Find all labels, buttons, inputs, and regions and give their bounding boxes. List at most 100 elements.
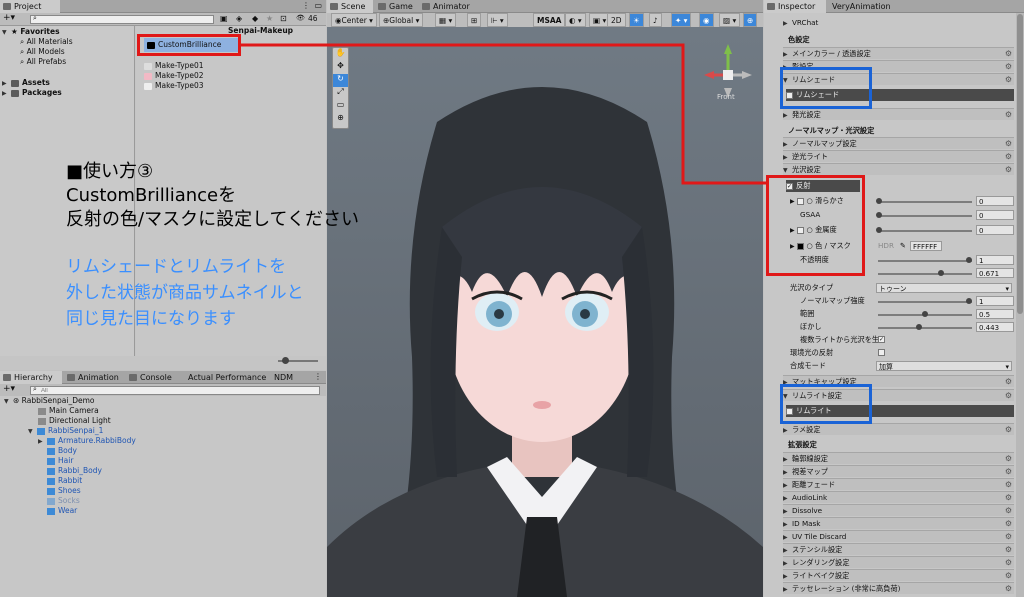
gsaa-slider[interactable] — [878, 215, 972, 217]
gear-icon[interactable]: ⚙ — [1005, 518, 1012, 529]
blend-mode-dropdown[interactable]: 加算 ▾ — [876, 361, 1012, 371]
multi-light-checkbox[interactable]: ✓ — [878, 336, 885, 343]
hierarchy-item-prefab[interactable]: ▼ RabbiSenpai_1 — [28, 426, 103, 436]
gear-icon[interactable]: ⚙ — [1005, 109, 1012, 120]
hand-tool-icon[interactable]: ✋ — [333, 48, 348, 61]
tab-console[interactable]: Console — [126, 371, 176, 384]
hierarchy-item[interactable]: Main Camera — [38, 406, 99, 416]
hierarchy-item-prefab[interactable]: Hair — [47, 456, 73, 466]
range-knob[interactable] — [922, 311, 928, 317]
eyedropper-icon[interactable]: ✎ — [900, 240, 910, 252]
hierarchy-item-disabled[interactable]: Socks — [47, 496, 80, 506]
lighting-toggle[interactable]: ☀ — [629, 13, 644, 27]
hierarchy-item-prefab[interactable]: Shoes — [47, 486, 81, 496]
env-reflect-checkbox[interactable] — [878, 349, 885, 356]
move-tool-icon[interactable]: ✥ — [333, 61, 348, 74]
transform-tool-icon[interactable]: ⊕ — [333, 113, 348, 126]
tab-scene[interactable]: Scene — [327, 0, 373, 13]
favorites-header[interactable]: ▼ ★ Favorites — [2, 27, 60, 37]
grid-snap-button[interactable]: ▦ ▾ — [435, 13, 457, 27]
effects-toggle[interactable]: ✦ ▾ — [671, 13, 692, 27]
favorite-item[interactable]: ⌕ All Models — [20, 47, 65, 57]
gizmos-toggle[interactable]: ⊕ — [743, 13, 758, 27]
normal-strength-value[interactable]: 1 — [976, 296, 1014, 306]
metallic-value[interactable]: 0 — [976, 225, 1014, 235]
gloss-type-dropdown[interactable]: トゥーン ▾ — [876, 283, 1012, 293]
ext-foldout[interactable]: ▶ テッセレーション (非常に高負荷) ⚙ — [783, 582, 1014, 594]
assets-folder[interactable]: ▶ Assets — [2, 78, 50, 88]
blur-slider[interactable] — [878, 327, 972, 329]
metallic-knob[interactable] — [876, 227, 882, 233]
gear-icon[interactable]: ⚙ — [1005, 453, 1012, 464]
ext-foldout[interactable]: ▶ Dissolve ⚙ — [783, 504, 1014, 516]
filter-label-icon[interactable]: ◈ — [236, 14, 242, 23]
pivot-dropdown[interactable]: ◉Center ▾ — [331, 13, 377, 27]
search-input[interactable] — [30, 15, 214, 24]
msaa-toggle[interactable]: MSAA — [533, 13, 566, 27]
normal-strength-slider[interactable] — [878, 301, 972, 303]
packages-folder[interactable]: ▶ Packages — [2, 88, 62, 98]
tab-inspector[interactable]: Inspector — [764, 0, 826, 13]
tab-project[interactable]: Project — [0, 0, 60, 13]
gear-icon[interactable]: ⚙ — [1005, 138, 1012, 149]
smoothness-knob[interactable] — [876, 198, 882, 204]
tab-game[interactable]: Game — [375, 0, 417, 13]
tab-animation[interactable]: Animation — [64, 371, 120, 384]
blur-value[interactable]: 0.443 — [976, 322, 1014, 332]
range-value[interactable]: 0.5 — [976, 309, 1014, 319]
opacity-knob[interactable] — [966, 257, 972, 263]
hierarchy-item-prefab[interactable]: Rabbit — [47, 476, 82, 486]
mode-2d-toggle[interactable]: 2D — [607, 13, 626, 27]
gear-icon[interactable]: ⚙ — [1005, 61, 1012, 72]
favorite-item[interactable]: ⌕ All Materials — [20, 37, 73, 47]
scale-tool-icon[interactable]: ⤢ — [333, 87, 348, 100]
tab-ndm[interactable]: NDM — [260, 371, 300, 384]
gear-icon[interactable]: ⚙ — [1005, 479, 1012, 490]
file-item[interactable]: Make-Type02 — [144, 71, 204, 81]
audio-toggle[interactable]: ♪ — [649, 13, 662, 27]
camera-settings-button[interactable]: ▨ ▾ — [719, 13, 741, 27]
opacity-value[interactable]: 1 — [976, 255, 1014, 265]
ext-foldout[interactable]: ▶ レンダリング設定 ⚙ — [783, 556, 1014, 568]
normal-strength-knob[interactable] — [966, 298, 972, 304]
increment-snap-button[interactable]: ⊞ — [467, 13, 482, 27]
file-item[interactable]: Make-Type01 — [144, 61, 204, 71]
gear-icon[interactable]: ⚙ — [1005, 505, 1012, 516]
color-hex-field[interactable]: FFFFFF — [910, 241, 942, 251]
ext-foldout[interactable]: ▶ 視差マップ ⚙ — [783, 465, 1014, 477]
favorite-item[interactable]: ⌕ All Prefabs — [20, 57, 66, 67]
ext-foldout[interactable]: ▶ ライトベイク設定 ⚙ — [783, 569, 1014, 581]
gear-icon[interactable]: ⚙ — [1005, 424, 1012, 435]
glitter-foldout[interactable]: ▶ ラメ設定 ⚙ — [783, 423, 1014, 435]
gear-icon[interactable]: ⚙ — [1005, 570, 1012, 581]
hierarchy-item[interactable]: Directional Light — [38, 416, 111, 426]
hierarchy-search-input[interactable] — [30, 386, 320, 395]
gear-icon[interactable]: ⚙ — [1005, 48, 1012, 59]
normal-map-foldout[interactable]: ▶ ノーマルマップ設定 ⚙ — [783, 137, 1014, 149]
hidden-slider[interactable] — [878, 273, 972, 275]
gear-icon[interactable]: ⚙ — [1005, 390, 1012, 401]
scrollbar-thumb[interactable] — [1017, 14, 1023, 314]
blur-knob[interactable] — [916, 324, 922, 330]
gear-icon[interactable]: ⚙ — [1005, 544, 1012, 555]
emission-foldout[interactable]: ▶ 発光設定 ⚙ — [783, 108, 1014, 120]
hidden-packages-icon[interactable]: 👁 — [296, 14, 305, 22]
gear-icon[interactable]: ⚙ — [1005, 531, 1012, 542]
visibility-toggle[interactable]: ◉ — [699, 13, 714, 27]
star-filter-icon[interactable]: ★ — [266, 14, 273, 23]
vrchat-foldout[interactable]: ▶ VRChat — [783, 17, 1014, 29]
metallic-slider[interactable] — [878, 230, 972, 232]
hierarchy-item-prefab[interactable]: Rabbi_Body — [47, 466, 102, 476]
tag-icon[interactable]: ◆ — [252, 14, 258, 23]
gear-icon[interactable]: ⚙ — [1005, 557, 1012, 568]
hierarchy-item-prefab[interactable]: Wear — [47, 506, 77, 516]
gear-icon[interactable]: ⚙ — [1005, 583, 1012, 594]
rotate-tool-icon[interactable]: ↻ — [333, 74, 348, 87]
hidden-value[interactable]: 0.671 — [976, 268, 1014, 278]
add-icon[interactable]: +▾ — [3, 384, 15, 394]
hierarchy-item-prefab[interactable]: Body — [47, 446, 77, 456]
gsaa-value[interactable]: 0 — [976, 210, 1014, 220]
hidden-knob[interactable] — [938, 270, 944, 276]
ext-foldout[interactable]: ▶ 距離フェード ⚙ — [783, 478, 1014, 490]
tab-hierarchy[interactable]: Hierarchy — [0, 371, 62, 384]
